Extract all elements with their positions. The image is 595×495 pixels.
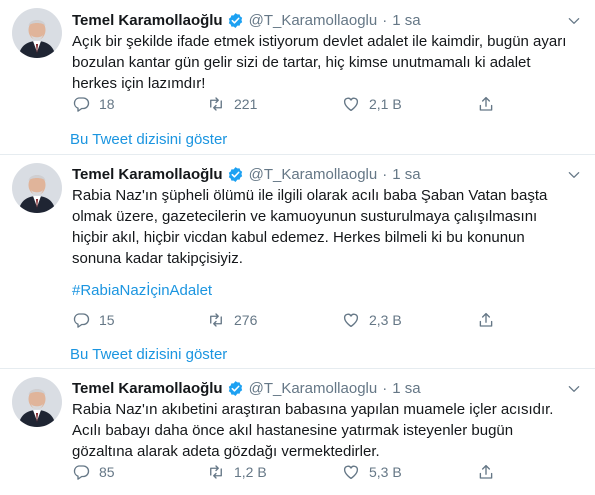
tweet-text-line: gözaltına alarak adeta gözdağı vermekted… bbox=[72, 443, 380, 460]
author-name[interactable]: Temel Karamollaoğlu bbox=[72, 12, 223, 29]
share-button[interactable] bbox=[477, 311, 495, 329]
like-count: 5,3 B bbox=[369, 464, 402, 480]
reply-icon bbox=[73, 313, 90, 328]
author-handle[interactable]: @T_Karamollaoglu bbox=[249, 166, 378, 183]
reply-button[interactable]: 18 bbox=[72, 95, 115, 113]
tweet-text-line: Rabia Naz'ın akıbetini araştıran babasın… bbox=[72, 401, 554, 418]
reply-button[interactable]: 15 bbox=[72, 311, 115, 329]
reply-icon bbox=[73, 465, 90, 480]
tweet-text-line: sonuna kadar takipçisiyiz. bbox=[72, 250, 243, 267]
like-button[interactable]: 2,1 B bbox=[342, 95, 402, 113]
tweet-3[interactable]: Temel Karamollaoğlu @T_Karamollaoglu · 1… bbox=[0, 369, 595, 495]
timestamp[interactable]: 1 sa bbox=[392, 166, 420, 183]
share-icon bbox=[479, 464, 493, 479]
avatar[interactable] bbox=[12, 163, 62, 213]
author-name[interactable]: Temel Karamollaoğlu bbox=[72, 166, 223, 183]
tweet-2[interactable]: Temel Karamollaoğlu @T_Karamollaoglu · 1… bbox=[0, 155, 595, 369]
reply-count: 18 bbox=[99, 96, 115, 112]
tweet-text-line: Açık bir şekilde ifade etmek istiyorum d… bbox=[72, 33, 567, 50]
tweet-actions: 18 221 2,1 B bbox=[72, 95, 512, 117]
separator-dot: · bbox=[382, 11, 388, 29]
tweet-text-line: bozulan kantar gün gelir sizi de tartar,… bbox=[72, 54, 531, 71]
retweet-icon bbox=[210, 465, 222, 479]
tweet-text-line: hiçbir akıl, hiçbir vicdan kabul edemez.… bbox=[72, 229, 525, 246]
tweet-header: Temel Karamollaoğlu @T_Karamollaoglu · 1… bbox=[72, 378, 421, 398]
tweet-text: Rabia Naz'ın şüpheli ölümü ile ilgili ol… bbox=[72, 185, 577, 269]
tweet-text: Açık bir şekilde ifade etmek istiyorum d… bbox=[72, 31, 577, 94]
retweet-count: 1,2 B bbox=[234, 464, 267, 480]
retweet-count: 221 bbox=[234, 96, 258, 112]
tweet-text-line: Acılı babayı daha önce akıl hastanesine … bbox=[72, 422, 514, 439]
retweet-count: 276 bbox=[234, 312, 258, 328]
caret-down-icon[interactable] bbox=[567, 382, 581, 396]
share-button[interactable] bbox=[477, 95, 495, 113]
tweet-actions: 85 1,2 B 5,3 B bbox=[72, 463, 512, 485]
like-icon bbox=[343, 313, 359, 328]
show-thread-link[interactable]: Bu Tweet dizisini göster bbox=[70, 346, 227, 363]
reply-count: 15 bbox=[99, 312, 115, 328]
avatar[interactable] bbox=[12, 377, 62, 427]
verified-badge-icon bbox=[228, 12, 242, 28]
share-icon bbox=[479, 312, 493, 327]
like-icon bbox=[343, 97, 359, 112]
retweet-button[interactable]: 276 bbox=[207, 311, 257, 329]
tweet-text-line: Rabia Naz'ın şüpheli ölümü ile ilgili ol… bbox=[72, 187, 548, 204]
timestamp[interactable]: 1 sa bbox=[392, 380, 420, 397]
caret-down-icon[interactable] bbox=[567, 168, 581, 182]
caret-down-icon[interactable] bbox=[567, 14, 581, 28]
show-thread-link[interactable]: Bu Tweet dizisini göster bbox=[70, 131, 227, 148]
retweet-icon bbox=[210, 313, 222, 327]
tweet-header: Temel Karamollaoğlu @T_Karamollaoglu · 1… bbox=[72, 164, 421, 184]
retweet-button[interactable]: 1,2 B bbox=[207, 463, 267, 481]
like-icon bbox=[343, 465, 359, 480]
like-count: 2,3 B bbox=[369, 312, 402, 328]
author-name[interactable]: Temel Karamollaoğlu bbox=[72, 380, 223, 397]
verified-badge-icon bbox=[228, 166, 242, 182]
separator-dot: · bbox=[382, 165, 388, 183]
tweet-actions: 15 276 2,3 B bbox=[72, 311, 512, 333]
tweet-text-line: herkes için lazımdır! bbox=[72, 75, 206, 92]
timestamp[interactable]: 1 sa bbox=[392, 12, 420, 29]
retweet-button[interactable]: 221 bbox=[207, 95, 257, 113]
tweet-1[interactable]: Temel Karamollaoğlu @T_Karamollaoglu · 1… bbox=[0, 0, 595, 154]
tweet-text-line: olmak üzere, gazetecilerin ve kamuoyunun… bbox=[72, 208, 538, 225]
retweet-icon bbox=[210, 97, 222, 111]
verified-badge-icon bbox=[228, 380, 242, 396]
like-button[interactable]: 2,3 B bbox=[342, 311, 402, 329]
avatar[interactable] bbox=[12, 8, 62, 58]
like-count: 2,1 B bbox=[369, 96, 402, 112]
reply-button[interactable]: 85 bbox=[72, 463, 115, 481]
reply-count: 85 bbox=[99, 464, 115, 480]
separator-dot: · bbox=[382, 379, 388, 397]
tweet-text: Rabia Naz'ın akıbetini araştıran babasın… bbox=[72, 399, 577, 462]
author-handle[interactable]: @T_Karamollaoglu bbox=[249, 380, 378, 397]
reply-icon bbox=[73, 97, 90, 112]
share-button[interactable] bbox=[477, 463, 495, 481]
hashtag-link[interactable]: #RabiaNazİçinAdalet bbox=[72, 282, 212, 299]
share-icon bbox=[479, 96, 493, 111]
like-button[interactable]: 5,3 B bbox=[342, 463, 402, 481]
tweet-header: Temel Karamollaoğlu @T_Karamollaoglu · 1… bbox=[72, 10, 421, 30]
author-handle[interactable]: @T_Karamollaoglu bbox=[249, 12, 378, 29]
